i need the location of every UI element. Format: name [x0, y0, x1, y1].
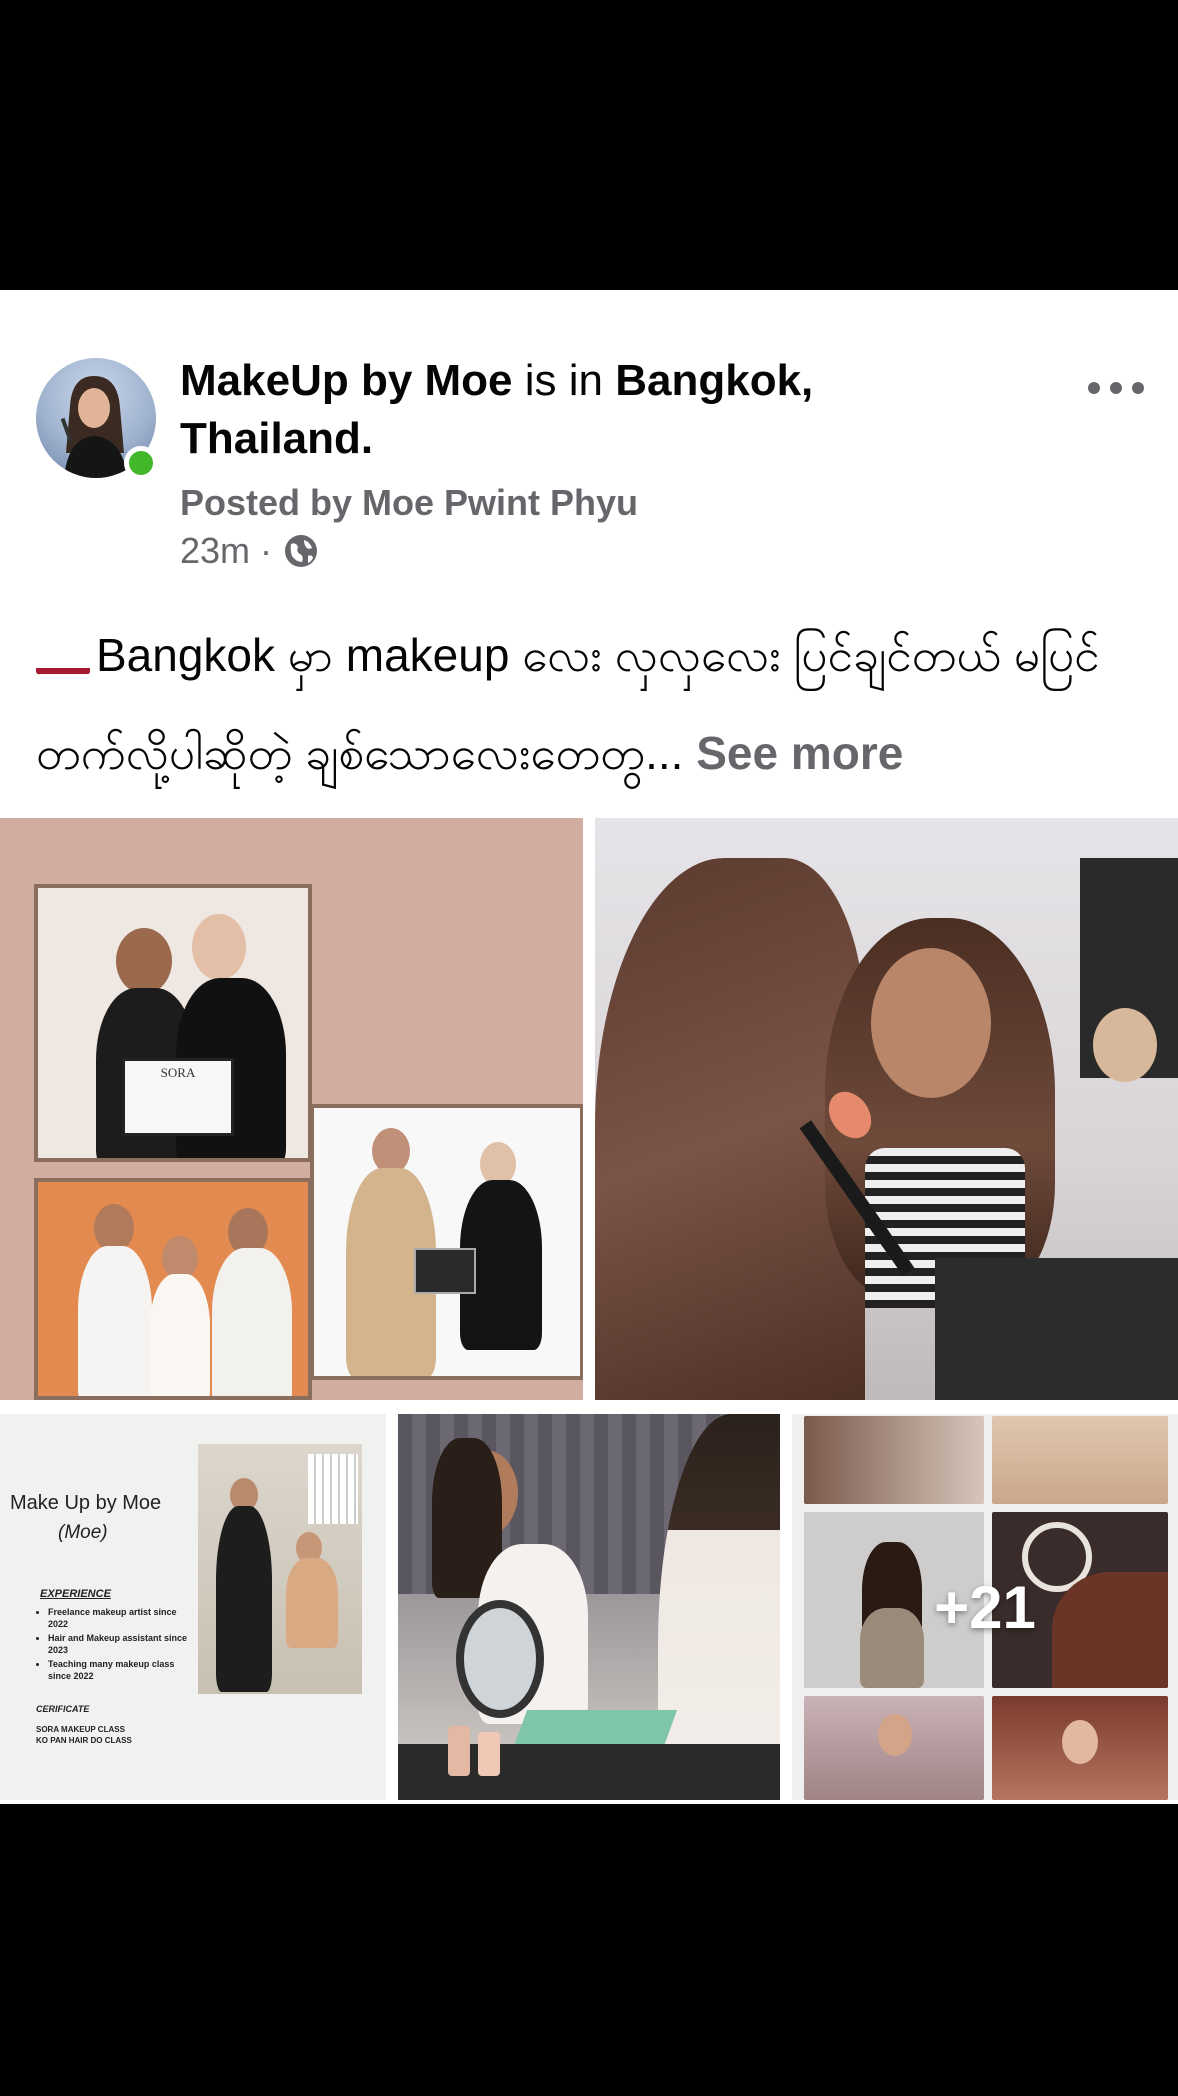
dot-icon: [1132, 382, 1144, 394]
thailand-flag-icon: [36, 639, 90, 675]
brush-case: [935, 1258, 1178, 1400]
certificate-title: SORA: [160, 1065, 196, 1080]
resume-classes: SORA MAKEUP CLASS KO PAN HAIR DO CLASS: [36, 1724, 132, 1746]
list-item: KO PAN HAIR DO CLASS: [36, 1736, 132, 1745]
post-text: Bangkok မှာ makeup လေး လှလှလေး ပြင်ချင်တ…: [36, 606, 1146, 802]
photo-certificate-collage[interactable]: SORA: [0, 818, 583, 1400]
award-photo-frame: [310, 1104, 583, 1380]
certificate: SORA: [122, 1058, 234, 1136]
resume-photo: [198, 1444, 362, 1694]
post-card: MakeUp by Moe is in Bangkok, Thailand. P…: [0, 290, 1178, 1804]
more-photos-count[interactable]: +21: [792, 1414, 1178, 1800]
list-item: Hair and Makeup assistant since 2023: [48, 1632, 196, 1656]
dot-icon: [1110, 382, 1122, 394]
certificate-frame: SORA: [34, 884, 312, 1162]
is-in-text: is in: [524, 356, 603, 405]
photo-resume[interactable]: Make Up by Moe (Moe) EXPERIENCE Freelanc…: [0, 1414, 386, 1800]
post-meta: 23m ·: [180, 530, 320, 572]
resume-name: Make Up by Moe: [10, 1492, 162, 1514]
post-title: MakeUp by Moe is in Bangkok, Thailand.: [180, 352, 900, 468]
page-name-link[interactable]: MakeUp by Moe: [180, 356, 513, 405]
resume-experience-heading: EXPERIENCE: [40, 1588, 111, 1600]
bottom-black-bar: [0, 1804, 1178, 2096]
list-item: Freelance makeup artist since 2022: [48, 1606, 196, 1630]
photo-makeup-class[interactable]: [398, 1414, 780, 1800]
list-item: Teaching many makeup class since 2022: [48, 1658, 196, 1682]
top-black-bar: [0, 0, 1178, 290]
post-body-text: Bangkok မှာ makeup လေး လှလှလေး ပြင်ချင်တ…: [36, 629, 1100, 779]
resume-nickname: (Moe): [58, 1522, 108, 1543]
meta-separator: ·: [260, 530, 273, 571]
page-avatar[interactable]: [36, 358, 158, 480]
list-item: SORA MAKEUP CLASS: [36, 1725, 125, 1734]
resume-cert-heading: CERIFICATE: [36, 1704, 90, 1714]
more-options-button[interactable]: [1088, 376, 1144, 400]
post-time[interactable]: 23m: [180, 530, 250, 572]
mannequin-head: [1093, 1008, 1157, 1082]
photo-makeup-portrait[interactable]: [595, 818, 1178, 1400]
model-face: [871, 948, 991, 1098]
globe-icon: [282, 532, 320, 570]
online-status-dot: [124, 446, 158, 480]
dot-icon: [1088, 382, 1100, 394]
photo-more-gallery[interactable]: +21: [792, 1414, 1178, 1800]
see-more-link[interactable]: See more: [696, 727, 903, 779]
posted-by[interactable]: Posted by Moe Pwint Phyu: [180, 482, 638, 524]
resume-experience-list: Freelance makeup artist since 2022 Hair …: [36, 1606, 196, 1684]
group-photo-frame: [34, 1178, 312, 1400]
